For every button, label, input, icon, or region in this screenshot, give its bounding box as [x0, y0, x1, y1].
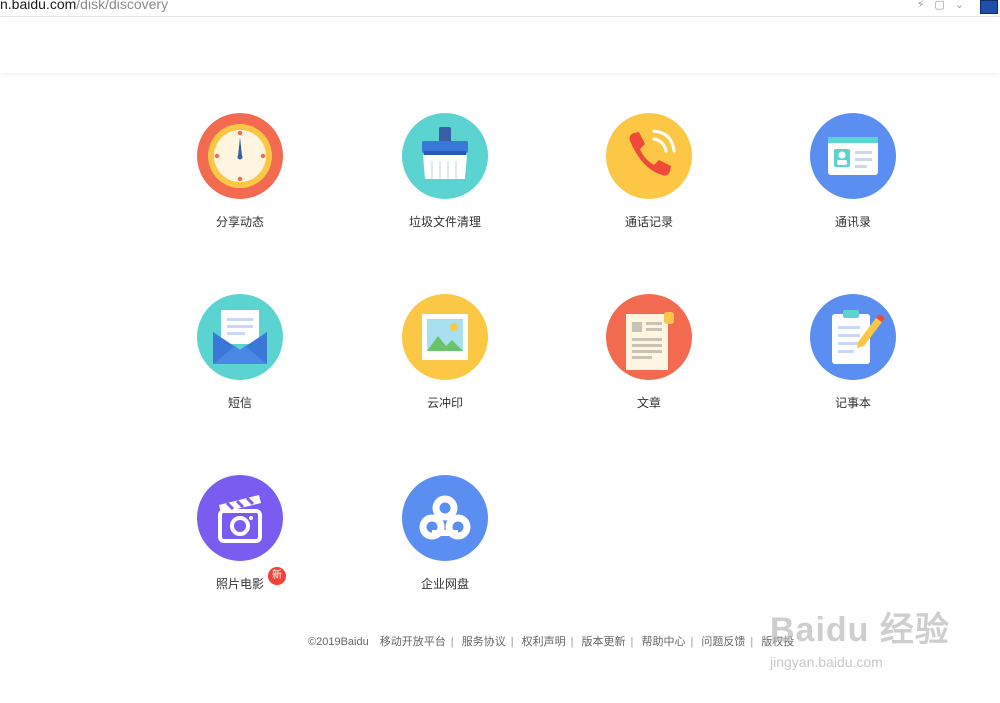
cloud-icon: [402, 475, 488, 561]
footer-link-updates[interactable]: 版本更新: [582, 636, 626, 648]
app-junk-cleanup[interactable]: 垃圾文件清理: [375, 113, 515, 229]
footer-link-feedback[interactable]: 问题反馈: [701, 636, 745, 648]
document-icon: [606, 294, 692, 380]
app-share-feed[interactable]: 分享动态: [170, 113, 310, 229]
app-label: 文章: [636, 396, 661, 410]
notepad-icon: [810, 294, 896, 380]
app-label: 云冲印: [426, 396, 463, 410]
footer-link-terms[interactable]: 服务协议: [462, 636, 506, 648]
app-label: 企业网盘: [420, 577, 469, 591]
app-enterprise-disk[interactable]: 企业网盘: [375, 475, 515, 591]
app-articles[interactable]: 文章: [579, 294, 719, 410]
app-label: 通讯录: [834, 215, 871, 229]
footer: ©2019Baidu 移动开放平台 | 服务协议 | 权利声明 | 版本更新 | 帮助中…: [308, 636, 795, 648]
app-notepad[interactable]: 记事本: [783, 294, 923, 410]
app-contacts[interactable]: 通讯录: [783, 113, 923, 229]
app-label: 垃圾文件清理: [408, 215, 481, 229]
app-photo-movie[interactable]: 照片电影 新: [170, 475, 310, 593]
app-call-log[interactable]: 通话记录: [579, 113, 719, 229]
clock-icon: [197, 113, 283, 199]
app-label: 分享动态: [215, 215, 264, 229]
watermark-brand: Baidu 经验: [770, 611, 950, 649]
baidu-jingyan-watermark: Baidu 经验 jingyan.baidu.com: [770, 592, 970, 682]
app-sms[interactable]: 短信: [170, 294, 310, 410]
clapperboard-icon: [197, 475, 283, 561]
phone-icon: [606, 113, 692, 199]
photo-print-icon: [402, 294, 488, 380]
new-badge: 新: [268, 567, 286, 585]
broom-icon: [402, 113, 488, 199]
copyright: ©2019Baidu: [308, 636, 369, 648]
contact-card-icon: [810, 113, 896, 199]
envelope-icon: [197, 294, 283, 380]
app-label: 短信: [227, 396, 252, 410]
app-label: 记事本: [834, 396, 871, 410]
footer-link-open-platform[interactable]: 移动开放平台: [380, 636, 446, 648]
footer-link-help[interactable]: 帮助中心: [641, 636, 685, 648]
app-label: 通话记录: [624, 215, 673, 229]
watermark-domain: jingyan.baidu.com: [770, 654, 883, 670]
app-cloud-print[interactable]: 云冲印: [375, 294, 515, 410]
footer-link-rights[interactable]: 权利声明: [522, 636, 566, 648]
app-label: 照片电影: [215, 577, 264, 591]
